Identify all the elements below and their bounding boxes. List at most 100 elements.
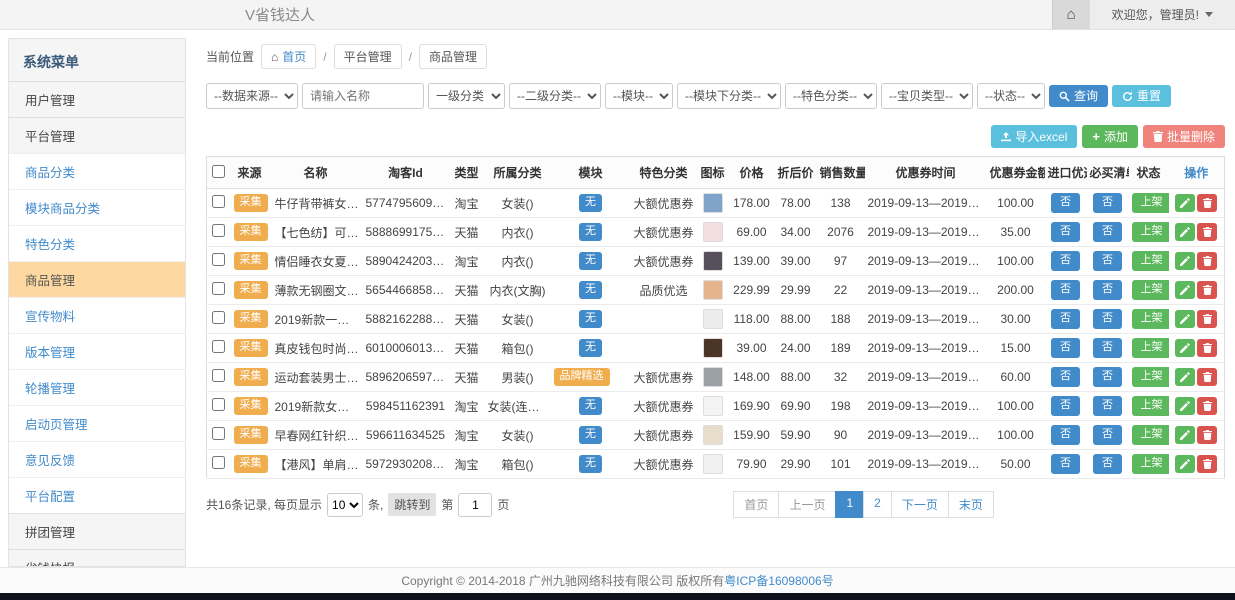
filter-select-4[interactable]: --模块下分类-- [677, 83, 781, 109]
delete-button[interactable] [1197, 455, 1217, 473]
import-pick-toggle[interactable]: 否 [1051, 251, 1080, 270]
edit-button[interactable] [1175, 455, 1195, 473]
row-checkbox[interactable] [212, 340, 225, 353]
edit-button[interactable] [1175, 397, 1195, 415]
import-excel-button[interactable]: 导入excel [991, 125, 1077, 148]
delete-button[interactable] [1197, 339, 1217, 357]
row-checkbox[interactable] [212, 282, 225, 295]
sidebar-item-11[interactable]: 平台配置 [9, 477, 185, 513]
row-checkbox[interactable] [212, 369, 225, 382]
must-buy-toggle[interactable]: 否 [1093, 193, 1122, 212]
status-button[interactable]: 上架 [1132, 454, 1169, 473]
row-checkbox[interactable] [212, 398, 225, 411]
row-checkbox[interactable] [212, 195, 225, 208]
breadcrumb-item-platform[interactable]: 平台管理 [334, 44, 402, 69]
delete-button[interactable] [1197, 194, 1217, 212]
sidebar-item-2[interactable]: 商品分类 [9, 153, 185, 189]
must-buy-toggle[interactable]: 否 [1093, 396, 1122, 415]
select-all-checkbox[interactable] [212, 165, 225, 178]
page-button-2[interactable]: 1 [835, 491, 864, 518]
delete-button[interactable] [1197, 426, 1217, 444]
delete-button[interactable] [1197, 281, 1217, 299]
delete-button[interactable] [1197, 310, 1217, 328]
import-pick-toggle[interactable]: 否 [1051, 193, 1080, 212]
page-button-3[interactable]: 2 [863, 491, 892, 518]
import-pick-toggle[interactable]: 否 [1051, 396, 1080, 415]
import-pick-toggle[interactable]: 否 [1051, 338, 1080, 357]
reset-button[interactable]: 重置 [1112, 85, 1171, 107]
breadcrumb-item-goods[interactable]: 商品管理 [419, 44, 487, 69]
edit-button[interactable] [1175, 281, 1195, 299]
breadcrumb-home[interactable]: ⌂ 首页 [261, 44, 316, 69]
import-pick-toggle[interactable]: 否 [1051, 425, 1080, 444]
icp-link[interactable]: 粤ICP备16098006号 [724, 572, 833, 589]
page-number-input[interactable] [458, 493, 492, 517]
sidebar-item-13[interactable]: 省钱快报 [9, 549, 185, 567]
name-search-input[interactable] [302, 83, 424, 109]
page-button-4[interactable]: 下一页 [891, 491, 949, 518]
sidebar-item-5[interactable]: 商品管理 [9, 261, 185, 297]
page-button-1[interactable]: 上一页 [778, 491, 836, 518]
filter-select-1[interactable]: 一级分类 [428, 83, 505, 109]
status-button[interactable]: 上架 [1132, 396, 1169, 415]
filter-select-6[interactable]: --宝贝类型-- [881, 83, 973, 109]
sidebar-item-6[interactable]: 宣传物料 [9, 297, 185, 333]
status-button[interactable]: 上架 [1132, 367, 1169, 386]
filter-select-0[interactable]: --数据来源-- [206, 83, 298, 109]
edit-button[interactable] [1175, 339, 1195, 357]
delete-button[interactable] [1197, 397, 1217, 415]
home-button[interactable]: ⌂ [1052, 0, 1090, 29]
row-checkbox[interactable] [212, 224, 225, 237]
page-button-5[interactable]: 末页 [948, 491, 994, 518]
jump-button[interactable]: 跳转到 [388, 493, 436, 516]
add-button[interactable]: + 添加 [1082, 125, 1138, 148]
sidebar-item-0[interactable]: 用户管理 [9, 81, 185, 117]
edit-button[interactable] [1175, 368, 1195, 386]
sidebar-item-7[interactable]: 版本管理 [9, 333, 185, 369]
status-button[interactable]: 上架 [1132, 193, 1169, 212]
sidebar-item-12[interactable]: 拼团管理 [9, 513, 185, 549]
must-buy-toggle[interactable]: 否 [1093, 222, 1122, 241]
delete-button[interactable] [1197, 368, 1217, 386]
edit-button[interactable] [1175, 426, 1195, 444]
status-button[interactable]: 上架 [1132, 309, 1169, 328]
status-button[interactable]: 上架 [1132, 222, 1169, 241]
status-button[interactable]: 上架 [1132, 338, 1169, 357]
filter-select-3[interactable]: --模块-- [605, 83, 673, 109]
edit-button[interactable] [1175, 310, 1195, 328]
must-buy-toggle[interactable]: 否 [1093, 309, 1122, 328]
filter-select-5[interactable]: --特色分类-- [785, 83, 877, 109]
must-buy-toggle[interactable]: 否 [1093, 251, 1122, 270]
sidebar-item-3[interactable]: 模块商品分类 [9, 189, 185, 225]
must-buy-toggle[interactable]: 否 [1093, 338, 1122, 357]
sidebar-item-10[interactable]: 意见反馈 [9, 441, 185, 477]
sidebar-item-9[interactable]: 启动页管理 [9, 405, 185, 441]
import-pick-toggle[interactable]: 否 [1051, 454, 1080, 473]
import-pick-toggle[interactable]: 否 [1051, 222, 1080, 241]
sidebar-item-4[interactable]: 特色分类 [9, 225, 185, 261]
row-checkbox[interactable] [212, 253, 225, 266]
row-checkbox[interactable] [212, 311, 225, 324]
sidebar-item-1[interactable]: 平台管理 [9, 117, 185, 153]
row-checkbox[interactable] [212, 456, 225, 469]
import-pick-toggle[interactable]: 否 [1051, 367, 1080, 386]
filter-select-2[interactable]: --二级分类-- [509, 83, 601, 109]
per-page-select[interactable]: 10 [327, 493, 363, 517]
edit-button[interactable] [1175, 194, 1195, 212]
sidebar-item-8[interactable]: 轮播管理 [9, 369, 185, 405]
edit-button[interactable] [1175, 223, 1195, 241]
status-button[interactable]: 上架 [1132, 251, 1169, 270]
delete-button[interactable] [1197, 223, 1217, 241]
import-pick-toggle[interactable]: 否 [1051, 309, 1080, 328]
search-button[interactable]: 查询 [1049, 85, 1108, 107]
filter-select-7[interactable]: --状态-- [977, 83, 1045, 109]
batch-delete-button[interactable]: 批量删除 [1143, 125, 1225, 148]
import-pick-toggle[interactable]: 否 [1051, 280, 1080, 299]
must-buy-toggle[interactable]: 否 [1093, 280, 1122, 299]
user-menu[interactable]: 欢迎您，管理员! [1090, 0, 1235, 29]
must-buy-toggle[interactable]: 否 [1093, 454, 1122, 473]
delete-button[interactable] [1197, 252, 1217, 270]
edit-button[interactable] [1175, 252, 1195, 270]
must-buy-toggle[interactable]: 否 [1093, 425, 1122, 444]
status-button[interactable]: 上架 [1132, 280, 1169, 299]
